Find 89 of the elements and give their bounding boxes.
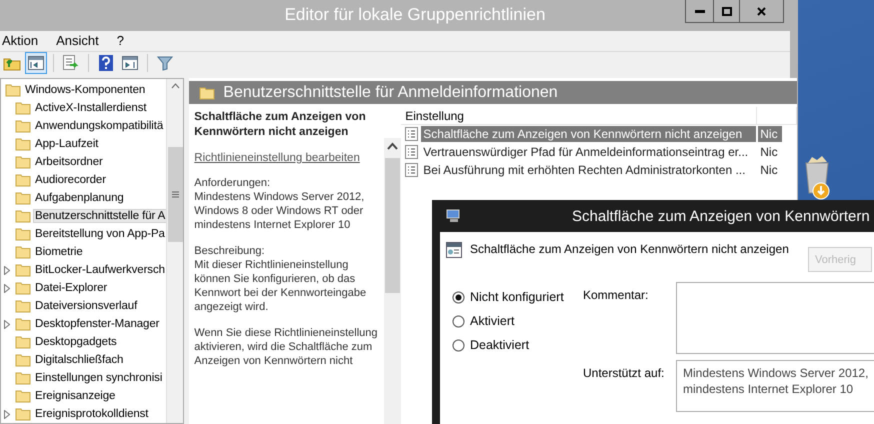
folder-icon (15, 389, 31, 403)
folder-icon (15, 371, 31, 385)
setting-name[interactable]: Schaltfläche zum Anzeigen von Kennwörtern nicht anzeigen (421, 126, 756, 142)
computer-icon (446, 209, 462, 223)
folder-icon (15, 317, 31, 331)
list-document-icon (405, 127, 418, 141)
folder-icon (15, 281, 31, 295)
radio-icon[interactable] (452, 314, 465, 328)
policy-name: Schaltfläche zum Anzeigen von Kennwörtern nicht anzeigen (470, 242, 790, 256)
tree-item[interactable]: Arbeitsordner (34, 156, 104, 168)
radio-option[interactable]: Deaktiviert (452, 338, 583, 352)
minimize-icon (694, 9, 704, 13)
tree-item[interactable]: Audiorecorder (34, 174, 107, 186)
tree-item[interactable]: Einstellungen synchronisi (34, 372, 164, 384)
window-title: Editor für lokale Gruppenrichtlinien (284, 5, 546, 26)
tree-item[interactable]: Anwendungskompatibilitä (34, 120, 164, 132)
tree-item[interactable]: Desktopfenster-Manager (34, 318, 160, 330)
help-icon (99, 54, 113, 71)
tree-item[interactable]: Ereignisanzeige (34, 390, 116, 402)
tree-item[interactable]: Datei-Explorer (34, 282, 108, 294)
tree-pane-icon (28, 56, 44, 70)
radio-option[interactable]: Aktiviert (452, 314, 583, 328)
folder-icon (15, 299, 31, 313)
description-paragraph: Wenn Sie diese Richtlinieneinstellung aktivieren, wird die Schaltfläche zum Anzeigen von Kennwörtern nicht (194, 326, 379, 368)
list-document-icon (405, 163, 418, 177)
radio-icon[interactable] (452, 338, 465, 352)
policy-title: Schaltfläche zum Anzeigen von Kennwörtern nicht anzeigen (194, 110, 367, 140)
folder-icon (15, 101, 31, 115)
tree-item[interactable]: Biometrie (34, 246, 84, 258)
setting-state: Nic (759, 144, 779, 160)
folder-icon (15, 173, 31, 187)
tree-item[interactable]: App-Laufzeit (34, 138, 100, 150)
scrollbar[interactable] (384, 138, 402, 424)
folder-icon (5, 83, 21, 97)
close-button[interactable] (739, 0, 784, 23)
setting-name[interactable]: Bei Ausführung mit erhöhten Rechten Administratorkonten ... (421, 162, 756, 178)
tree-item[interactable]: BitLocker-Laufwerkversch (34, 264, 166, 276)
folder-icon (15, 155, 31, 169)
radio-option[interactable]: Nicht konfiguriert (452, 290, 583, 304)
tree-item[interactable]: Desktopgadgets (34, 336, 118, 348)
tree-item[interactable]: Dateiversionsverlauf (34, 300, 138, 312)
maximize-icon (722, 6, 732, 16)
supported-label: Unterstützt auf: (583, 365, 666, 382)
folder-icon (15, 227, 31, 241)
folder-icon (15, 209, 31, 223)
dialog-title: Schaltfläche zum Anzeigen von Kennwörtern (572, 208, 870, 224)
menu-item[interactable]: ? (116, 33, 124, 48)
expand-arrow-icon[interactable] (4, 320, 10, 328)
folder-icon (15, 191, 31, 205)
toolbar-toggle-button[interactable] (25, 52, 47, 74)
tree-item[interactable]: Digitalschließfach (34, 354, 124, 366)
folder-icon (15, 407, 31, 421)
filter-icon (157, 54, 173, 71)
grip-icon (172, 191, 179, 198)
export-list-icon (62, 54, 80, 71)
tree-item[interactable]: ActiveX-Installerdienst (34, 102, 148, 114)
action-pane-icon (122, 56, 138, 70)
expand-arrow-icon[interactable] (4, 410, 10, 418)
comment-field[interactable] (676, 282, 874, 354)
policy-icon (446, 242, 462, 258)
folder-icon (15, 335, 31, 349)
tree-item[interactable]: Aufgabenplanung (34, 192, 125, 204)
column-header[interactable]: Einstellung (401, 107, 758, 124)
folder-icon (199, 86, 216, 100)
folder-icon (15, 245, 31, 259)
comment-label: Kommentar: (583, 287, 650, 304)
folder-icon (15, 263, 31, 277)
radio-icon[interactable] (452, 290, 465, 304)
description-paragraph: Anforderungen: Mindestens Windows Server 2012, Windows 8 oder Windows RT oder mindestens Internet Explorer 10 (194, 176, 366, 232)
description-paragraph: Beschreibung: Mit dieser Richtlinieneinstellung können Sie konfigurieren, ob das Kennwort bei der Kennworteingabe angezeigt wird. (194, 244, 368, 314)
menu-item[interactable]: Ansicht (56, 33, 99, 48)
tree-item[interactable]: Bereitstellung von App-Pa (34, 228, 166, 240)
folder-icon (15, 353, 31, 367)
minimize-button[interactable] (685, 0, 714, 23)
tree-item[interactable]: Windows-Komponenten (24, 84, 146, 96)
folder-icon (15, 119, 31, 133)
section-title: Benutzerschnittstelle für Anmeldeinformationen (223, 84, 558, 102)
edit-policy-link[interactable]: Richtlinieneinstellung bearbeiten (194, 152, 360, 164)
supported-field: Mindestens Windows Server 2012, mindestens Internet Explorer 10 (676, 360, 874, 412)
setting-state: Nic (758, 126, 782, 142)
tree-item[interactable]: Ereignisprotokolldienst (34, 408, 150, 420)
scrollbar[interactable] (166, 79, 184, 423)
tree-item[interactable]: Benutzerschnittstelle für A (34, 210, 166, 222)
setting-name[interactable]: Vertrauenswürdiger Pfad für Anmeldeinformationseintrag er... (421, 144, 756, 160)
menu-item[interactable]: Aktion (2, 33, 38, 48)
setting-state: Nic (759, 162, 779, 178)
list-document-icon (405, 145, 418, 159)
folder-icon (15, 137, 31, 151)
close-icon (757, 6, 766, 16)
